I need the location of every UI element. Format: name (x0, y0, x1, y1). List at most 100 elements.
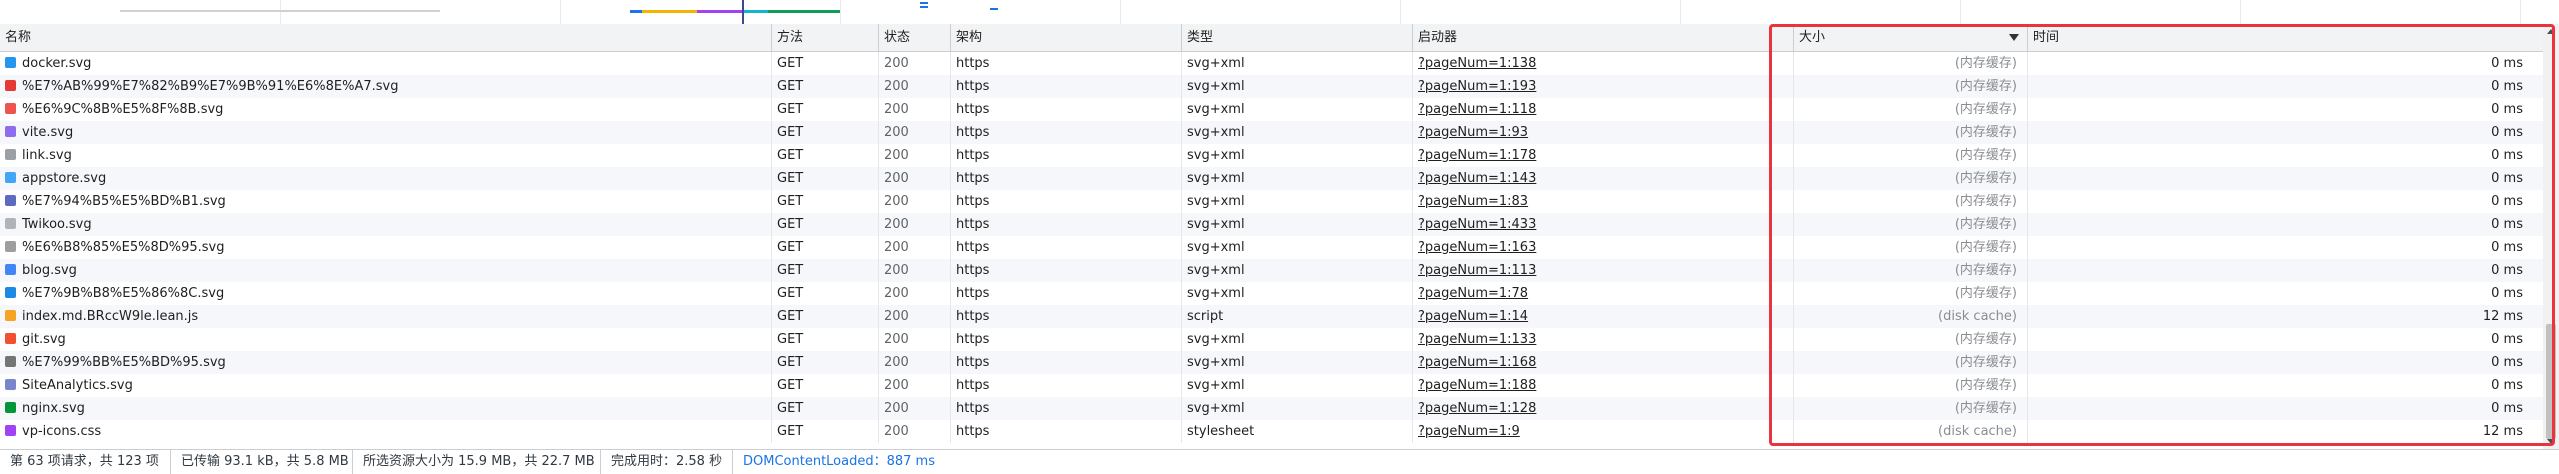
cell-initiator[interactable]: ?pageNum=1:9 (1413, 420, 1794, 443)
album-icon (5, 287, 16, 298)
cell-type: svg+xml (1182, 52, 1413, 75)
cell-method: GET (772, 167, 879, 190)
column-header-name[interactable]: 名称 (0, 24, 772, 51)
cell-method: GET (772, 144, 879, 167)
cell-initiator[interactable]: ?pageNum=1:188 (1413, 374, 1794, 397)
table-row[interactable]: %E7%99%BB%E5%BD%95.svg GET 200 https svg+xml… (0, 351, 2543, 374)
cell-status: 200 (879, 52, 951, 75)
cell-type: svg+xml (1182, 98, 1413, 121)
table-row[interactable]: SiteAnalytics.svg GET 200 https svg+xml ?page… (0, 374, 2543, 397)
column-header-initiator[interactable]: 启动器 (1413, 24, 1794, 51)
cell-initiator[interactable]: ?pageNum=1:118 (1413, 98, 1794, 121)
cell-time: 0 ms (2491, 263, 2523, 278)
table-row[interactable]: appstore.svg GET 200 https svg+xml ?pageNum=1… (0, 167, 2543, 190)
column-header-type[interactable]: 类型 (1182, 24, 1413, 51)
cell-method: GET (772, 328, 879, 351)
cell-status: 200 (879, 121, 951, 144)
cell-time: 0 ms (2491, 378, 2523, 393)
table-row[interactable]: %E7%9B%B8%E5%86%8C.svg GET 200 https svg+xml… (0, 282, 2543, 305)
table-row[interactable]: %E6%B8%85%E5%8D%95.svg GET 200 https svg+xml… (0, 236, 2543, 259)
cell-name: appstore.svg (0, 167, 772, 190)
file-name: vite.svg (22, 125, 74, 140)
cell-status: 200 (879, 328, 951, 351)
cell-initiator[interactable]: ?pageNum=1:178 (1413, 144, 1794, 167)
friends-icon (5, 103, 16, 114)
cell-size: (内存缓存) (1794, 144, 2028, 167)
cell-scheme: https (951, 374, 1182, 397)
file-name: %E7%AB%99%E7%82%B9%E7%9B%91%E6%8E%A7.svg (22, 79, 399, 94)
cell-initiator[interactable]: ?pageNum=1:78 (1413, 282, 1794, 305)
cell-initiator[interactable]: ?pageNum=1:433 (1413, 213, 1794, 236)
cell-method: GET (772, 236, 879, 259)
column-header-status[interactable]: 状态 (879, 24, 951, 51)
cell-type: svg+xml (1182, 75, 1413, 98)
column-header-size[interactable]: 大小 (1794, 24, 2028, 51)
cell-initiator[interactable]: ?pageNum=1:143 (1413, 167, 1794, 190)
table-row[interactable]: index.md.BRccW9le.lean.js GET 200 https scri… (0, 305, 2543, 328)
cell-scheme: https (951, 213, 1182, 236)
cell-type: svg+xml (1182, 374, 1413, 397)
table-row[interactable]: Twikoo.svg GET 200 https svg+xml ?pageNum=1:4… (0, 213, 2543, 236)
table-row[interactable]: %E7%94%B5%E5%BD%B1.svg GET 200 https svg+xml… (0, 190, 2543, 213)
scroll-down-icon[interactable] (2547, 439, 2555, 444)
file-name: git.svg (22, 332, 66, 347)
overview-timeline[interactable] (0, 0, 2559, 25)
cell-method: GET (772, 420, 879, 443)
column-header-size-label: 大小 (1799, 30, 1826, 45)
table-row[interactable]: %E6%9C%8B%E5%8F%8B.svg GET 200 https svg+xml… (0, 98, 2543, 121)
cell-initiator[interactable]: ?pageNum=1:133 (1413, 328, 1794, 351)
column-header-time[interactable]: 时间 (2028, 24, 2543, 51)
cell-method: GET (772, 98, 879, 121)
cell-initiator[interactable]: ?pageNum=1:138 (1413, 52, 1794, 75)
cell-initiator[interactable]: ?pageNum=1:168 (1413, 351, 1794, 374)
table-header: 名称 方法 状态 架构 类型 启动器 大小 时间 (0, 24, 2543, 52)
cell-time: 0 ms (2491, 148, 2523, 163)
table-row[interactable]: blog.svg GET 200 https svg+xml ?pageNum=1:113… (0, 259, 2543, 282)
cell-scheme: https (951, 75, 1182, 98)
overview-cursor[interactable] (742, 0, 744, 24)
cell-initiator[interactable]: ?pageNum=1:83 (1413, 190, 1794, 213)
cell-name: %E7%94%B5%E5%BD%B1.svg (0, 190, 772, 213)
cell-status: 200 (879, 236, 951, 259)
table-row[interactable]: vite.svg GET 200 https svg+xml ?pageNum=1:93(… (0, 121, 2543, 144)
cell-scheme: https (951, 98, 1182, 121)
cell-method: GET (772, 259, 879, 282)
cell-type: svg+xml (1182, 328, 1413, 351)
overview-bar (642, 10, 697, 13)
cell-size: (内存缓存) (1794, 282, 2028, 305)
blog-icon (5, 264, 16, 275)
cell-scheme: https (951, 420, 1182, 443)
cell-name: %E7%AB%99%E7%82%B9%E7%9B%91%E6%8E%A7.svg (0, 75, 772, 98)
cell-initiator[interactable]: ?pageNum=1:113 (1413, 259, 1794, 282)
table-row[interactable]: docker.svg GET 200 https svg+xml ?pageNum=1:1… (0, 52, 2543, 75)
overview-gridline (2520, 0, 2521, 24)
cell-initiator[interactable]: ?pageNum=1:193 (1413, 75, 1794, 98)
scroll-up-icon[interactable] (2547, 29, 2555, 34)
cell-status: 200 (879, 351, 951, 374)
overview-bar (697, 10, 742, 13)
cell-time: 0 ms (2491, 194, 2523, 209)
cell-size: (内存缓存) (1794, 98, 2028, 121)
table-row[interactable]: git.svg GET 200 https svg+xml ?pageNum=1:133(… (0, 328, 2543, 351)
cell-name: Twikoo.svg (0, 213, 772, 236)
scrollbar-thumb[interactable] (2546, 324, 2556, 439)
cell-time: 12 ms (2482, 424, 2523, 439)
table-row[interactable]: link.svg GET 200 https svg+xml ?pageNum=1:178… (0, 144, 2543, 167)
table-row[interactable]: vp-icons.css GET 200 https stylesheet ?pageNu… (0, 420, 2543, 443)
file-name: index.md.BRccW9le.lean.js (22, 309, 199, 324)
vertical-scrollbar[interactable] (2543, 24, 2559, 449)
cell-initiator[interactable]: ?pageNum=1:163 (1413, 236, 1794, 259)
cell-status: 200 (879, 213, 951, 236)
column-header-method[interactable]: 方法 (772, 24, 879, 51)
docker-icon (5, 57, 16, 68)
cell-size: (内存缓存) (1794, 52, 2028, 75)
cell-initiator[interactable]: ?pageNum=1:93 (1413, 121, 1794, 144)
cell-initiator[interactable]: ?pageNum=1:14 (1413, 305, 1794, 328)
cell-initiator[interactable]: ?pageNum=1:128 (1413, 397, 1794, 420)
table-row[interactable]: %E7%AB%99%E7%82%B9%E7%9B%91%E6%8E%A7.svg… (0, 75, 2543, 98)
file-name: %E6%9C%8B%E5%8F%8B.svg (22, 102, 224, 117)
cell-type: stylesheet (1182, 420, 1413, 443)
column-header-scheme[interactable]: 架构 (951, 24, 1182, 51)
table-row[interactable]: nginx.svg GET 200 https svg+xml ?pageNum=1:12… (0, 397, 2543, 420)
overview-gridline (560, 0, 561, 24)
